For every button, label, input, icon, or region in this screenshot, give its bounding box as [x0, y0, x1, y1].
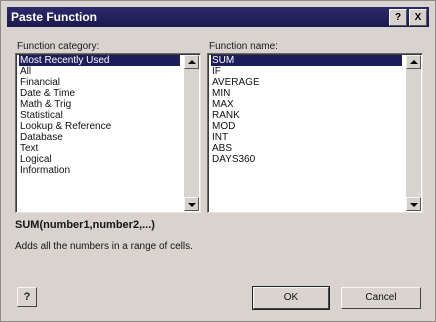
- ok-button[interactable]: OK: [252, 286, 330, 310]
- scroll-down-arrow-icon[interactable]: [184, 197, 199, 211]
- function-list-item[interactable]: INT: [211, 132, 402, 143]
- close-button[interactable]: X: [409, 9, 427, 26]
- category-list-item[interactable]: Most Recently Used: [19, 55, 180, 66]
- function-list-item[interactable]: MIN: [211, 88, 402, 99]
- category-list-item[interactable]: Math & Trig: [19, 99, 180, 110]
- help-button[interactable]: ?: [17, 287, 37, 307]
- category-list-item[interactable]: All: [19, 66, 180, 77]
- title-buttons: ? X: [389, 9, 427, 26]
- function-syntax: SUM(number1,number2,...): [15, 219, 155, 231]
- category-list-item[interactable]: Database: [19, 132, 180, 143]
- function-list-item[interactable]: RANK: [211, 110, 402, 121]
- function-list-item[interactable]: IF: [211, 66, 402, 77]
- function-scrollbar[interactable]: [406, 55, 421, 211]
- function-list-item[interactable]: MAX: [211, 99, 402, 110]
- title-bar: Paste Function ? X: [7, 7, 429, 27]
- category-scrollbar[interactable]: [184, 55, 199, 211]
- function-category-list[interactable]: Most Recently Used All Financial Date & Tim…: [15, 53, 201, 213]
- function-items: SUM IF AVERAGE MIN MAX RANK MOD INT ABS DAYS360: [211, 55, 402, 165]
- scroll-down-arrow-icon[interactable]: [406, 197, 421, 211]
- category-list-item[interactable]: Financial: [19, 77, 180, 88]
- function-description: Adds all the numbers in a range of cells…: [15, 241, 193, 252]
- category-list-item[interactable]: Statistical: [19, 110, 180, 121]
- category-items: Most Recently Used All Financial Date & Tim…: [19, 55, 180, 176]
- scroll-up-arrow-icon[interactable]: [184, 55, 199, 69]
- paste-function-dialog: Paste Function ? X Function category: Fu…: [0, 0, 436, 322]
- category-list-item[interactable]: Logical: [19, 154, 180, 165]
- category-list-item[interactable]: Information: [19, 165, 180, 176]
- function-name-list[interactable]: SUM IF AVERAGE MIN MAX RANK MOD INT ABS DAYS360: [207, 53, 423, 213]
- function-name-label: Function name:: [209, 41, 278, 52]
- function-list-item[interactable]: MOD: [211, 121, 402, 132]
- function-list-item[interactable]: AVERAGE: [211, 77, 402, 88]
- scroll-up-arrow-icon[interactable]: [406, 55, 421, 69]
- category-list-item[interactable]: Lookup & Reference: [19, 121, 180, 132]
- cancel-button[interactable]: Cancel: [341, 287, 421, 309]
- function-category-label: Function category:: [17, 41, 100, 52]
- function-list-item[interactable]: DAYS360: [211, 154, 402, 165]
- function-list-item[interactable]: SUM: [211, 55, 402, 66]
- dialog-title: Paste Function: [11, 10, 98, 24]
- category-list-item[interactable]: Date & Time: [19, 88, 180, 99]
- function-list-item[interactable]: ABS: [211, 143, 402, 154]
- category-list-item[interactable]: Text: [19, 143, 180, 154]
- title-help-button[interactable]: ?: [389, 9, 407, 26]
